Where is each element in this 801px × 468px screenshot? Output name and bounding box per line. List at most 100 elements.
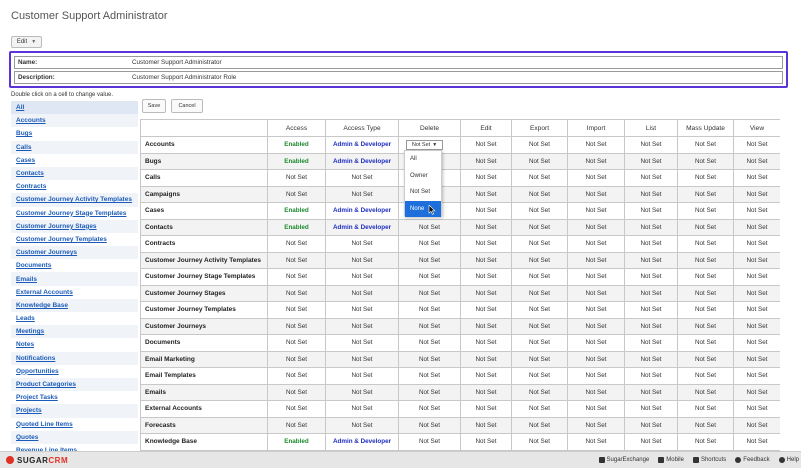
- permission-cell[interactable]: Not Set: [733, 284, 780, 302]
- permission-cell[interactable]: Not Set: [677, 251, 734, 269]
- permission-cell[interactable]: Not Set: [567, 383, 625, 401]
- permission-cell[interactable]: Not Set: [624, 284, 678, 302]
- permission-cell[interactable]: Not Set: [511, 284, 568, 302]
- sidebar-item-project-tasks[interactable]: Project Tasks: [11, 391, 138, 404]
- permission-cell[interactable]: Not Set: [624, 136, 678, 154]
- permission-cell[interactable]: Not Set: [677, 185, 734, 203]
- delete-option-not-set[interactable]: Not Set: [405, 184, 441, 201]
- permission-cell[interactable]: Admin & Developer: [325, 136, 399, 154]
- permission-cell[interactable]: Not Set: [567, 433, 625, 451]
- permission-cell[interactable]: Not Set: [511, 268, 568, 286]
- permission-cell[interactable]: Not Set: [677, 334, 734, 352]
- permission-cell[interactable]: Not Set: [733, 301, 780, 319]
- permission-cell[interactable]: Not Set: [733, 185, 780, 203]
- sidebar-item-customer-journeys[interactable]: Customer Journeys: [11, 246, 138, 260]
- permission-cell[interactable]: Not Set: [677, 169, 734, 187]
- permission-cell[interactable]: Not Set: [567, 416, 625, 434]
- permission-cell[interactable]: Not Set: [460, 218, 512, 236]
- permission-cell[interactable]: Not Set: [325, 416, 399, 434]
- sidebar-item-quoted-line-items[interactable]: Quoted Line Items: [11, 418, 138, 431]
- permission-cell[interactable]: Not Set: [398, 218, 461, 236]
- permission-cell[interactable]: Not Set: [567, 136, 625, 154]
- permission-cell[interactable]: Not Set: [567, 284, 625, 302]
- permission-cell[interactable]: Not Set: [460, 185, 512, 203]
- sidebar-item-customer-journey-stages[interactable]: Customer Journey Stages: [11, 219, 138, 233]
- permission-cell[interactable]: Not Set: [398, 367, 461, 385]
- permission-cell[interactable]: Not Set: [733, 334, 780, 352]
- permission-cell[interactable]: Not Set: [398, 284, 461, 302]
- sidebar-item-accounts[interactable]: Accounts: [11, 114, 138, 128]
- permission-cell[interactable]: Enabled: [267, 202, 326, 220]
- permission-cell[interactable]: Not Set: [267, 235, 326, 253]
- sidebar-item-contacts[interactable]: Contacts: [11, 166, 138, 181]
- permission-cell[interactable]: Not Set: [624, 169, 678, 187]
- permission-cell[interactable]: Not Set: [398, 350, 461, 368]
- cancel-button[interactable]: Cancel: [171, 99, 203, 113]
- sidebar-item-customer-journey-templates[interactable]: Customer Journey Templates: [11, 233, 138, 246]
- permission-cell[interactable]: Not Set: [267, 251, 326, 269]
- permission-cell[interactable]: Admin & Developer: [325, 202, 399, 220]
- sidebar-item-revenue-line-items[interactable]: Revenue Line Items: [11, 444, 138, 451]
- permission-cell[interactable]: Not Set: [267, 367, 326, 385]
- permission-cell[interactable]: Not Set: [567, 334, 625, 352]
- permission-cell[interactable]: Not Set: [677, 367, 734, 385]
- permission-cell[interactable]: Not Set: [677, 301, 734, 319]
- footer-link-feedback[interactable]: Feedback: [735, 457, 770, 463]
- permission-cell[interactable]: Not Set: [460, 152, 512, 170]
- permission-cell[interactable]: Not Set: [567, 400, 625, 418]
- permission-cell[interactable]: Not Set: [398, 383, 461, 401]
- permission-cell[interactable]: Not Set: [460, 284, 512, 302]
- permission-cell[interactable]: Not Set: [460, 235, 512, 253]
- permission-cell[interactable]: Not Set: [511, 416, 568, 434]
- permission-cell[interactable]: Not Set: [567, 251, 625, 269]
- permission-cell[interactable]: Not Set: [624, 317, 678, 335]
- sidebar-item-emails[interactable]: Emails: [11, 272, 138, 286]
- permission-cell[interactable]: Not Set: [511, 383, 568, 401]
- permission-cell[interactable]: Not Set: [511, 202, 568, 220]
- permission-cell[interactable]: Not Set: [511, 218, 568, 236]
- sidebar-item-external-accounts[interactable]: External Accounts: [11, 286, 138, 299]
- permission-cell[interactable]: Not Set: [267, 317, 326, 335]
- sidebar-item-documents[interactable]: Documents: [11, 259, 138, 272]
- permission-cell[interactable]: Not Set: [624, 400, 678, 418]
- footer-link-mobile[interactable]: Mobile: [658, 457, 684, 463]
- sidebar-item-quotes[interactable]: Quotes: [11, 430, 138, 444]
- permission-cell[interactable]: Not Set: [267, 284, 326, 302]
- delete-option-all[interactable]: All: [405, 151, 441, 168]
- permission-cell[interactable]: Not Set: [325, 284, 399, 302]
- sidebar-item-opportunities[interactable]: Opportunities: [11, 365, 138, 378]
- permission-cell[interactable]: Not Set: [624, 383, 678, 401]
- permission-cell[interactable]: Not Set: [398, 433, 461, 451]
- permission-cell[interactable]: Not Set: [624, 251, 678, 269]
- permission-cell[interactable]: Not Set: [733, 416, 780, 434]
- permission-cell[interactable]: Not Set: [460, 383, 512, 401]
- permission-cell[interactable]: Not Set: [325, 400, 399, 418]
- permission-cell[interactable]: Not Set: [325, 383, 399, 401]
- permission-cell[interactable]: Not Set: [733, 152, 780, 170]
- permission-cell[interactable]: Not Set: [460, 367, 512, 385]
- permission-cell[interactable]: Admin & Developer: [325, 218, 399, 236]
- permission-cell[interactable]: Not Set: [677, 268, 734, 286]
- permission-cell[interactable]: Enabled: [267, 218, 326, 236]
- sidebar-item-contracts[interactable]: Contracts: [11, 180, 138, 193]
- permission-cell[interactable]: Not Set: [398, 416, 461, 434]
- permission-cell[interactable]: Not Set: [567, 235, 625, 253]
- permission-cell[interactable]: Not Set: [398, 251, 461, 269]
- permission-cell[interactable]: Not Set: [511, 433, 568, 451]
- sidebar-item-bugs[interactable]: Bugs: [11, 127, 138, 140]
- permission-cell[interactable]: Not Set: [677, 433, 734, 451]
- permission-cell[interactable]: Not Set: [677, 235, 734, 253]
- permission-cell[interactable]: Not Set: [624, 152, 678, 170]
- permission-cell[interactable]: Not Set: [677, 416, 734, 434]
- permission-cell[interactable]: Not Set: [460, 433, 512, 451]
- permission-cell[interactable]: Not Set: [511, 317, 568, 335]
- permission-cell[interactable]: Not Set: [460, 350, 512, 368]
- permission-cell[interactable]: Not Set: [733, 433, 780, 451]
- permission-cell[interactable]: Not Set: [733, 202, 780, 220]
- permission-cell[interactable]: Not Set: [511, 152, 568, 170]
- permission-cell[interactable]: Not Set: [325, 350, 399, 368]
- permission-cell[interactable]: Not Set: [325, 268, 399, 286]
- permission-cell[interactable]: Not Set: [624, 202, 678, 220]
- permission-cell[interactable]: Not Set: [511, 350, 568, 368]
- permission-cell[interactable]: Not Set: [398, 301, 461, 319]
